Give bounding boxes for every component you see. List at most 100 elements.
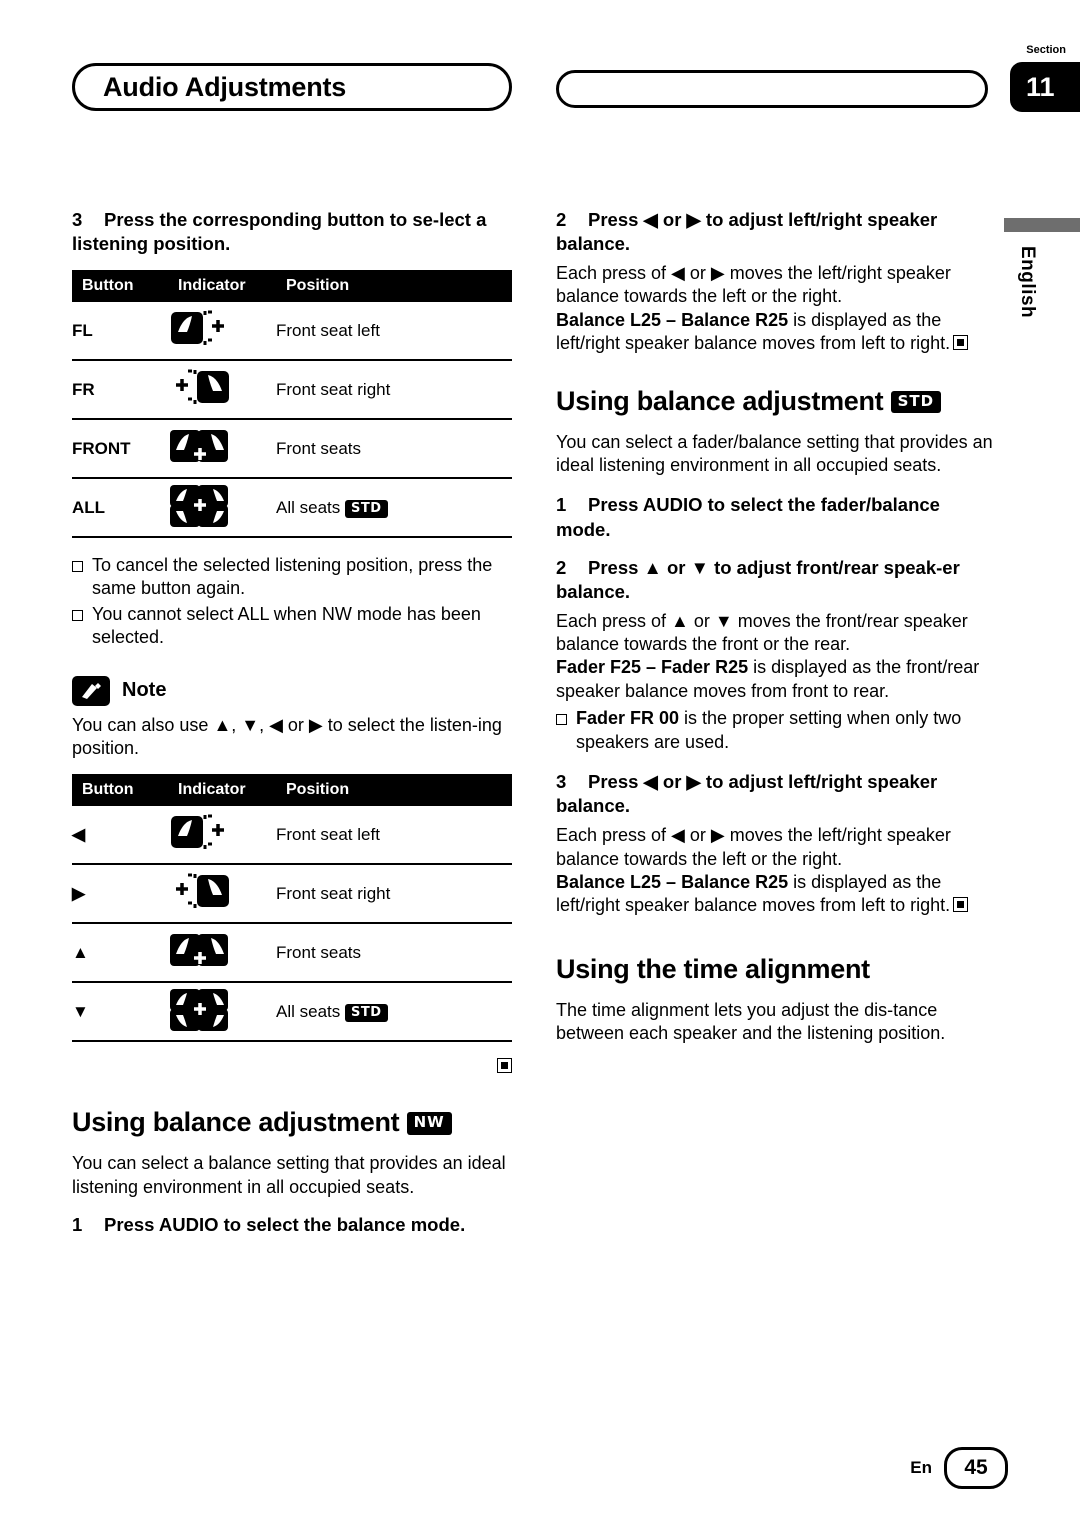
cell-button: ▼	[72, 982, 168, 1043]
step-1-balance-mode: 1 Press AUDIO to select the balance mode.	[72, 1213, 512, 1237]
header-blank-box	[556, 70, 988, 108]
cell-position: Front seat right	[276, 864, 512, 925]
col-header-button: Button	[72, 270, 168, 303]
table-row: FR Front seat right	[72, 360, 512, 421]
cell-indicator	[168, 982, 276, 1043]
cell-indicator	[168, 864, 276, 925]
cell-indicator	[168, 478, 276, 539]
listening-position-table-buttons: Button Indicator Position FL Front seat …	[72, 270, 512, 539]
section-number-tab: 11	[1010, 62, 1080, 112]
step-1-fader-balance-mode: 1 Press AUDIO to select the fader/balance…	[556, 493, 996, 541]
bullet-square-icon	[72, 609, 83, 621]
step-3-left-right-balance: 3 Press ◀ or ▶ to adjust left/right speak…	[556, 770, 996, 818]
cell-button: ▲	[72, 923, 168, 984]
seat-front-left-icon	[168, 306, 232, 350]
manual-page: Audio Adjustments Section 11 English 3 Pr…	[0, 0, 1080, 1529]
seat-front-both-icon	[168, 928, 232, 972]
left-column: 3 Press the corresponding button to se-le…	[72, 208, 512, 1243]
cell-indicator	[168, 302, 276, 362]
table-row: FRONT Front seats	[72, 419, 512, 480]
step-number: 3	[72, 209, 83, 230]
section-end-marker-left	[72, 1058, 512, 1077]
step-number: 2	[556, 209, 567, 230]
bullet-text: To cancel the selected listening positio…	[92, 555, 493, 599]
col-header-button: Button	[72, 774, 168, 807]
step-text: Press AUDIO to select the fader/balance …	[556, 494, 940, 540]
heading-text: Using balance adjustment	[556, 385, 884, 416]
note-title: Note	[122, 679, 167, 702]
seat-all-icon	[168, 483, 232, 528]
cell-button: ◀	[72, 806, 168, 866]
cell-position: All seats STD	[276, 478, 512, 539]
step-text: Press ▲ or ▼ to adjust front/rear speak-…	[556, 556, 960, 602]
cell-position-text: All seats	[276, 497, 341, 517]
seat-front-right-icon	[168, 869, 232, 913]
bullet-text: Fader FR 00 is the proper setting when o…	[576, 707, 996, 754]
note-header: Note	[72, 675, 512, 706]
language-label: English	[1017, 246, 1038, 319]
std-tag: STD	[890, 390, 942, 413]
step-2-body-b: Fader F25 – Fader R25 is displayed as th…	[556, 656, 996, 703]
step-2-left-right-balance-top: 2 Press ◀ or ▶ to adjust left/right speak…	[556, 208, 996, 256]
table-row: ◀ Front seat left	[72, 806, 512, 866]
cell-indicator	[168, 923, 276, 984]
cell-position: Front seat left	[276, 302, 512, 362]
cell-button: FR	[72, 360, 168, 421]
bullet-square-icon	[556, 714, 567, 726]
cell-button: FRONT	[72, 419, 168, 480]
page-number: 45	[944, 1447, 1008, 1489]
page-footer: En 45	[910, 1447, 1008, 1489]
step-2-top-body-a: Each press of ◀ or ▶ moves the left/righ…	[556, 263, 951, 307]
fader-range-label: Fader F25 – Fader R25	[556, 657, 749, 678]
step-2-top-body-b: Balance L25 – Balance R25 is displayed a…	[556, 309, 996, 356]
cell-indicator	[168, 806, 276, 866]
note-pencil-icon	[72, 675, 110, 706]
cell-position: All seats STD	[276, 982, 512, 1043]
heading-balance-adjustment-nw: Using balance adjustment NW	[72, 1107, 512, 1138]
step-3-body-a: Each press of ◀ or ▶ moves the left/righ…	[556, 825, 951, 869]
col-header-position: Position	[276, 774, 512, 807]
seat-all-icon	[168, 987, 232, 1032]
seat-front-left-icon	[168, 810, 232, 854]
table-row: ▼ All seats STD	[72, 982, 512, 1043]
balance-range-label: Balance L25 – Balance R25	[556, 309, 789, 330]
cell-button: ▶	[72, 864, 168, 925]
col-header-indicator: Indicator	[168, 774, 276, 807]
table-row: ▶ Front seat right	[72, 864, 512, 925]
time-alignment-body: The time alignment lets you adjust the d…	[556, 999, 946, 1044]
end-mark-icon	[497, 1058, 512, 1074]
heading-time-alignment: Using the time alignment	[556, 953, 870, 984]
step-3-body-b: Balance L25 – Balance R25 is displayed a…	[556, 871, 996, 918]
listening-position-table-arrows: Button Indicator Position ◀ Front seat l…	[72, 774, 512, 1043]
cell-position: Front seat right	[276, 360, 512, 421]
step-number: 3	[556, 771, 567, 793]
cell-button: FL	[72, 302, 168, 362]
cell-position: Front seat left	[276, 806, 512, 866]
balance-std-body: You can select a fader/balance setting t…	[556, 431, 993, 476]
seat-front-right-icon	[168, 365, 232, 409]
end-mark-icon	[953, 335, 969, 351]
step-text: Press ◀ or ▶ to adjust left/right speake…	[556, 771, 938, 817]
section-label: Section	[1026, 44, 1066, 56]
step-2-front-rear-balance: 2 Press ▲ or ▼ to adjust front/rear speak…	[556, 556, 996, 604]
fader-fr00-label: Fader FR 00	[576, 708, 680, 729]
step-number: 1	[556, 494, 567, 516]
bullet-all-nw: You cannot select ALL when NW mode has b…	[72, 603, 512, 650]
table-row: ALL All seats STD	[72, 478, 512, 539]
table-header-row: Button Indicator Position	[72, 270, 512, 303]
step-2-body-a: Each press of ▲ or ▼ moves the front/rea…	[556, 610, 968, 655]
step-text: Press the corresponding button to se-lec…	[72, 209, 487, 255]
table-row: FL Front seat left	[72, 302, 512, 362]
footer-language-code: En	[910, 1458, 932, 1477]
step-3-listening-position: 3 Press the corresponding button to se-le…	[72, 208, 512, 256]
cell-indicator	[168, 419, 276, 480]
step-number: 1	[72, 1214, 83, 1236]
table-row: ▲ Front seats	[72, 923, 512, 984]
col-header-indicator: Indicator	[168, 270, 276, 303]
heading-text: Using balance adjustment	[72, 1107, 400, 1138]
end-mark-icon	[953, 897, 969, 913]
bullet-fader-fr00: Fader FR 00 is the proper setting when o…	[556, 707, 996, 754]
page-title: Audio Adjustments	[72, 63, 512, 111]
step-text: Press AUDIO to select the balance mode.	[104, 1214, 466, 1236]
nw-tag: NW	[406, 1112, 452, 1135]
